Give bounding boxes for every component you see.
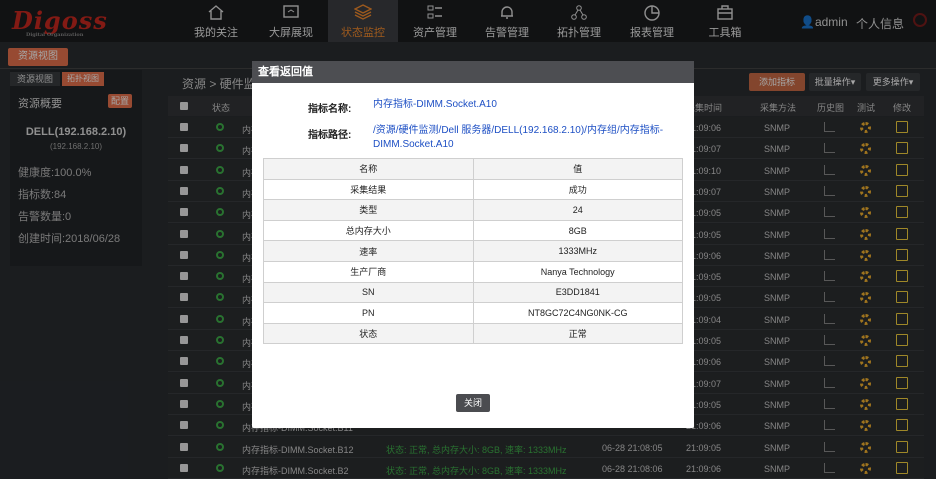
result-key: 状态 xyxy=(263,322,474,345)
result-row: 类型 24 xyxy=(263,199,683,221)
result-value: NT8GC72C4NG0NK-CG xyxy=(472,302,683,324)
result-row: SN E3DD1841 xyxy=(263,281,683,304)
result-key: SN xyxy=(263,281,474,304)
result-key: 名称 xyxy=(263,158,474,180)
result-key: 速率 xyxy=(263,240,474,262)
metric-name-value: 内存指标-DIMM.Socket.A10 xyxy=(373,99,497,110)
result-value: E3DD1841 xyxy=(472,281,683,304)
result-key: PN xyxy=(263,302,474,324)
result-key: 采集结果 xyxy=(263,178,474,201)
result-row: 状态 正常 xyxy=(263,322,683,345)
metric-path-label: 指标路径: xyxy=(308,130,352,141)
result-value: Nanya Technology xyxy=(472,260,683,283)
result-value: 24 xyxy=(472,199,683,221)
result-row: 总内存大小 8GB xyxy=(263,219,683,242)
result-value: 正常 xyxy=(472,322,683,345)
result-row: 名称值 xyxy=(263,158,683,180)
result-row: 生产厂商 Nanya Technology xyxy=(263,260,683,283)
result-key: 生产厂商 xyxy=(263,260,474,283)
metric-path-value-2: DIMM.Socket.A10 xyxy=(373,139,454,150)
result-key: 总内存大小 xyxy=(263,219,474,242)
modal-title: 查看返回值 xyxy=(252,61,694,83)
metric-name-label: 指标名称: xyxy=(308,104,352,115)
result-table: 名称值采集结果 成功 类型 24 总内存大小 8GB 速率 1333MHz 生产厂商 Nanya … xyxy=(263,158,683,345)
result-row: PN NT8GC72C4NG0NK-CG xyxy=(263,302,683,324)
result-value: 值 xyxy=(472,158,683,180)
result-value: 1333MHz xyxy=(472,240,683,262)
return-value-modal: 查看返回值 指标名称: 内存指标-DIMM.Socket.A10 指标路径: /… xyxy=(252,61,694,428)
close-button[interactable]: 关闭 xyxy=(456,394,490,412)
result-row: 速率 1333MHz xyxy=(263,240,683,262)
result-value: 成功 xyxy=(472,178,683,201)
metric-path-value-1: /资源/硬件监测/Dell 服务器/DELL(192.168.2.10)/内存组… xyxy=(373,125,664,136)
result-value: 8GB xyxy=(472,219,683,242)
result-key: 类型 xyxy=(263,199,474,221)
result-row: 采集结果 成功 xyxy=(263,178,683,201)
